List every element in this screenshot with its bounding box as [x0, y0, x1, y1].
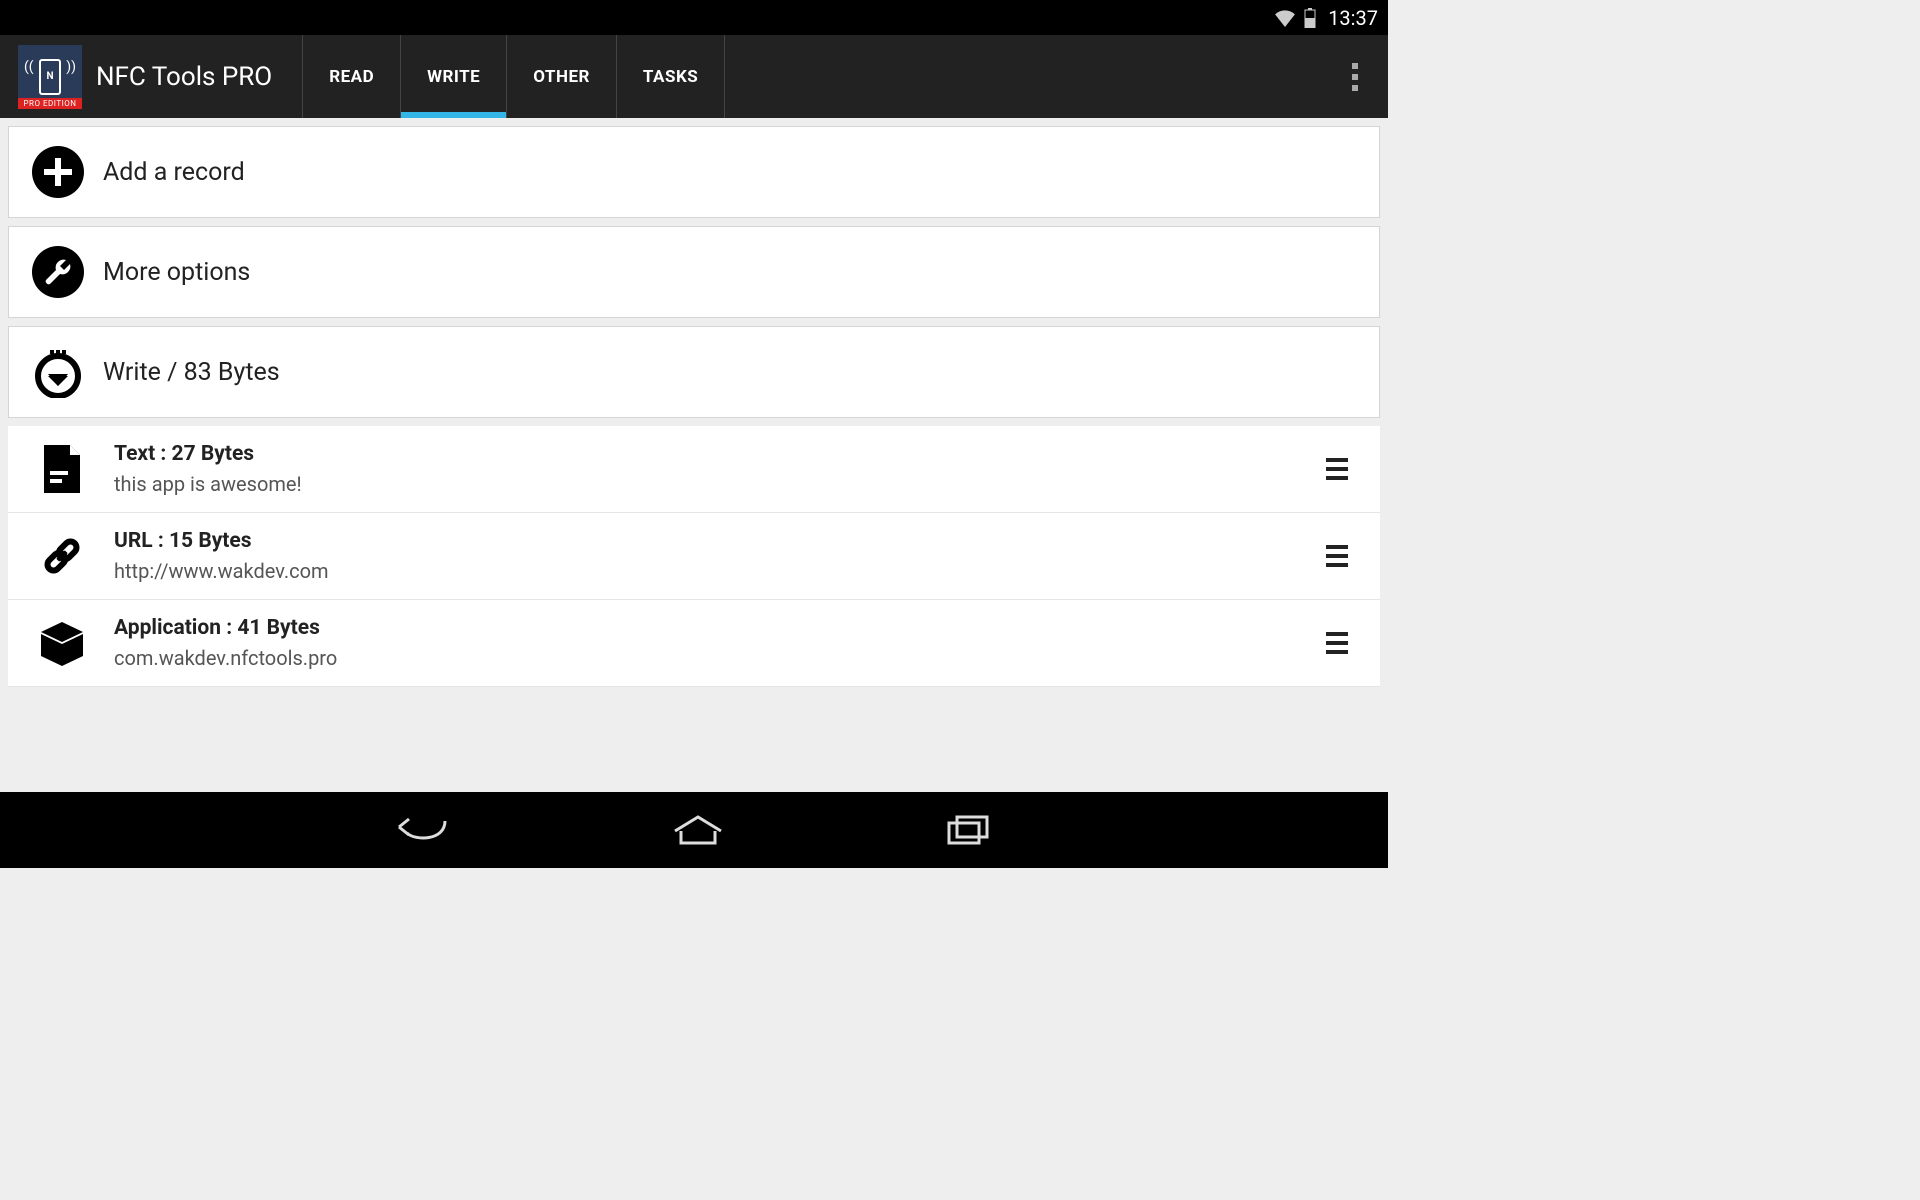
record-item-text[interactable]: Text : 27 Bytes this app is awesome!: [8, 426, 1380, 513]
action-bar: (( )) PRO EDITION NFC Tools PRO READ WRI…: [0, 35, 1388, 118]
write-summary-label: Write / 83 Bytes: [103, 358, 280, 387]
reorder-handle-icon[interactable]: [1316, 622, 1358, 664]
add-record-button[interactable]: Add a record: [8, 126, 1380, 218]
download-circle-icon: [31, 345, 85, 399]
write-tag-button[interactable]: Write / 83 Bytes: [8, 326, 1380, 418]
wifi-icon: [1274, 9, 1296, 27]
app-title: NFC Tools PRO: [96, 62, 272, 92]
reorder-handle-icon[interactable]: [1316, 448, 1358, 490]
package-icon: [36, 617, 88, 669]
link-icon: [36, 530, 88, 582]
record-title: Application : 41 Bytes: [114, 616, 1316, 640]
record-item-application[interactable]: Application : 41 Bytes com.wakdev.nfctoo…: [8, 600, 1380, 687]
content-area: Add a record More options Write / 83 Byt…: [0, 118, 1388, 792]
plus-icon: [31, 145, 85, 199]
app-icon: (( )) PRO EDITION: [18, 45, 82, 109]
tab-other[interactable]: OTHER: [506, 35, 616, 118]
pro-badge: PRO EDITION: [18, 98, 82, 109]
record-list: Text : 27 Bytes this app is awesome! URL…: [8, 426, 1380, 687]
wrench-icon: [31, 245, 85, 299]
tab-write[interactable]: WRITE: [400, 35, 506, 118]
back-button[interactable]: [395, 811, 451, 849]
home-button[interactable]: [671, 813, 725, 847]
tab-other-label: OTHER: [533, 67, 590, 87]
record-title: URL : 15 Bytes: [114, 529, 1316, 553]
clock-time: 13:37: [1328, 6, 1378, 30]
status-bar: 13:37: [0, 0, 1388, 35]
more-options-button[interactable]: More options: [8, 226, 1380, 318]
add-record-label: Add a record: [103, 158, 245, 187]
record-item-url[interactable]: URL : 15 Bytes http://www.wakdev.com: [8, 513, 1380, 600]
tab-read[interactable]: READ: [302, 35, 400, 118]
overflow-menu-button[interactable]: [1342, 53, 1368, 101]
more-options-label: More options: [103, 258, 250, 287]
tab-bar: READ WRITE OTHER TASKS: [302, 35, 725, 118]
document-icon: [36, 443, 88, 495]
tab-tasks-label: TASKS: [643, 67, 698, 87]
navigation-bar: [0, 792, 1388, 868]
battery-icon: [1304, 8, 1316, 28]
record-subtitle: this app is awesome!: [114, 472, 1316, 496]
record-title: Text : 27 Bytes: [114, 442, 1316, 466]
tab-read-label: READ: [329, 67, 374, 87]
reorder-handle-icon[interactable]: [1316, 535, 1358, 577]
record-subtitle: com.wakdev.nfctools.pro: [114, 646, 1316, 670]
record-subtitle: http://www.wakdev.com: [114, 559, 1316, 583]
tab-tasks[interactable]: TASKS: [616, 35, 725, 118]
recent-apps-button[interactable]: [945, 813, 993, 847]
tab-write-label: WRITE: [427, 67, 480, 87]
